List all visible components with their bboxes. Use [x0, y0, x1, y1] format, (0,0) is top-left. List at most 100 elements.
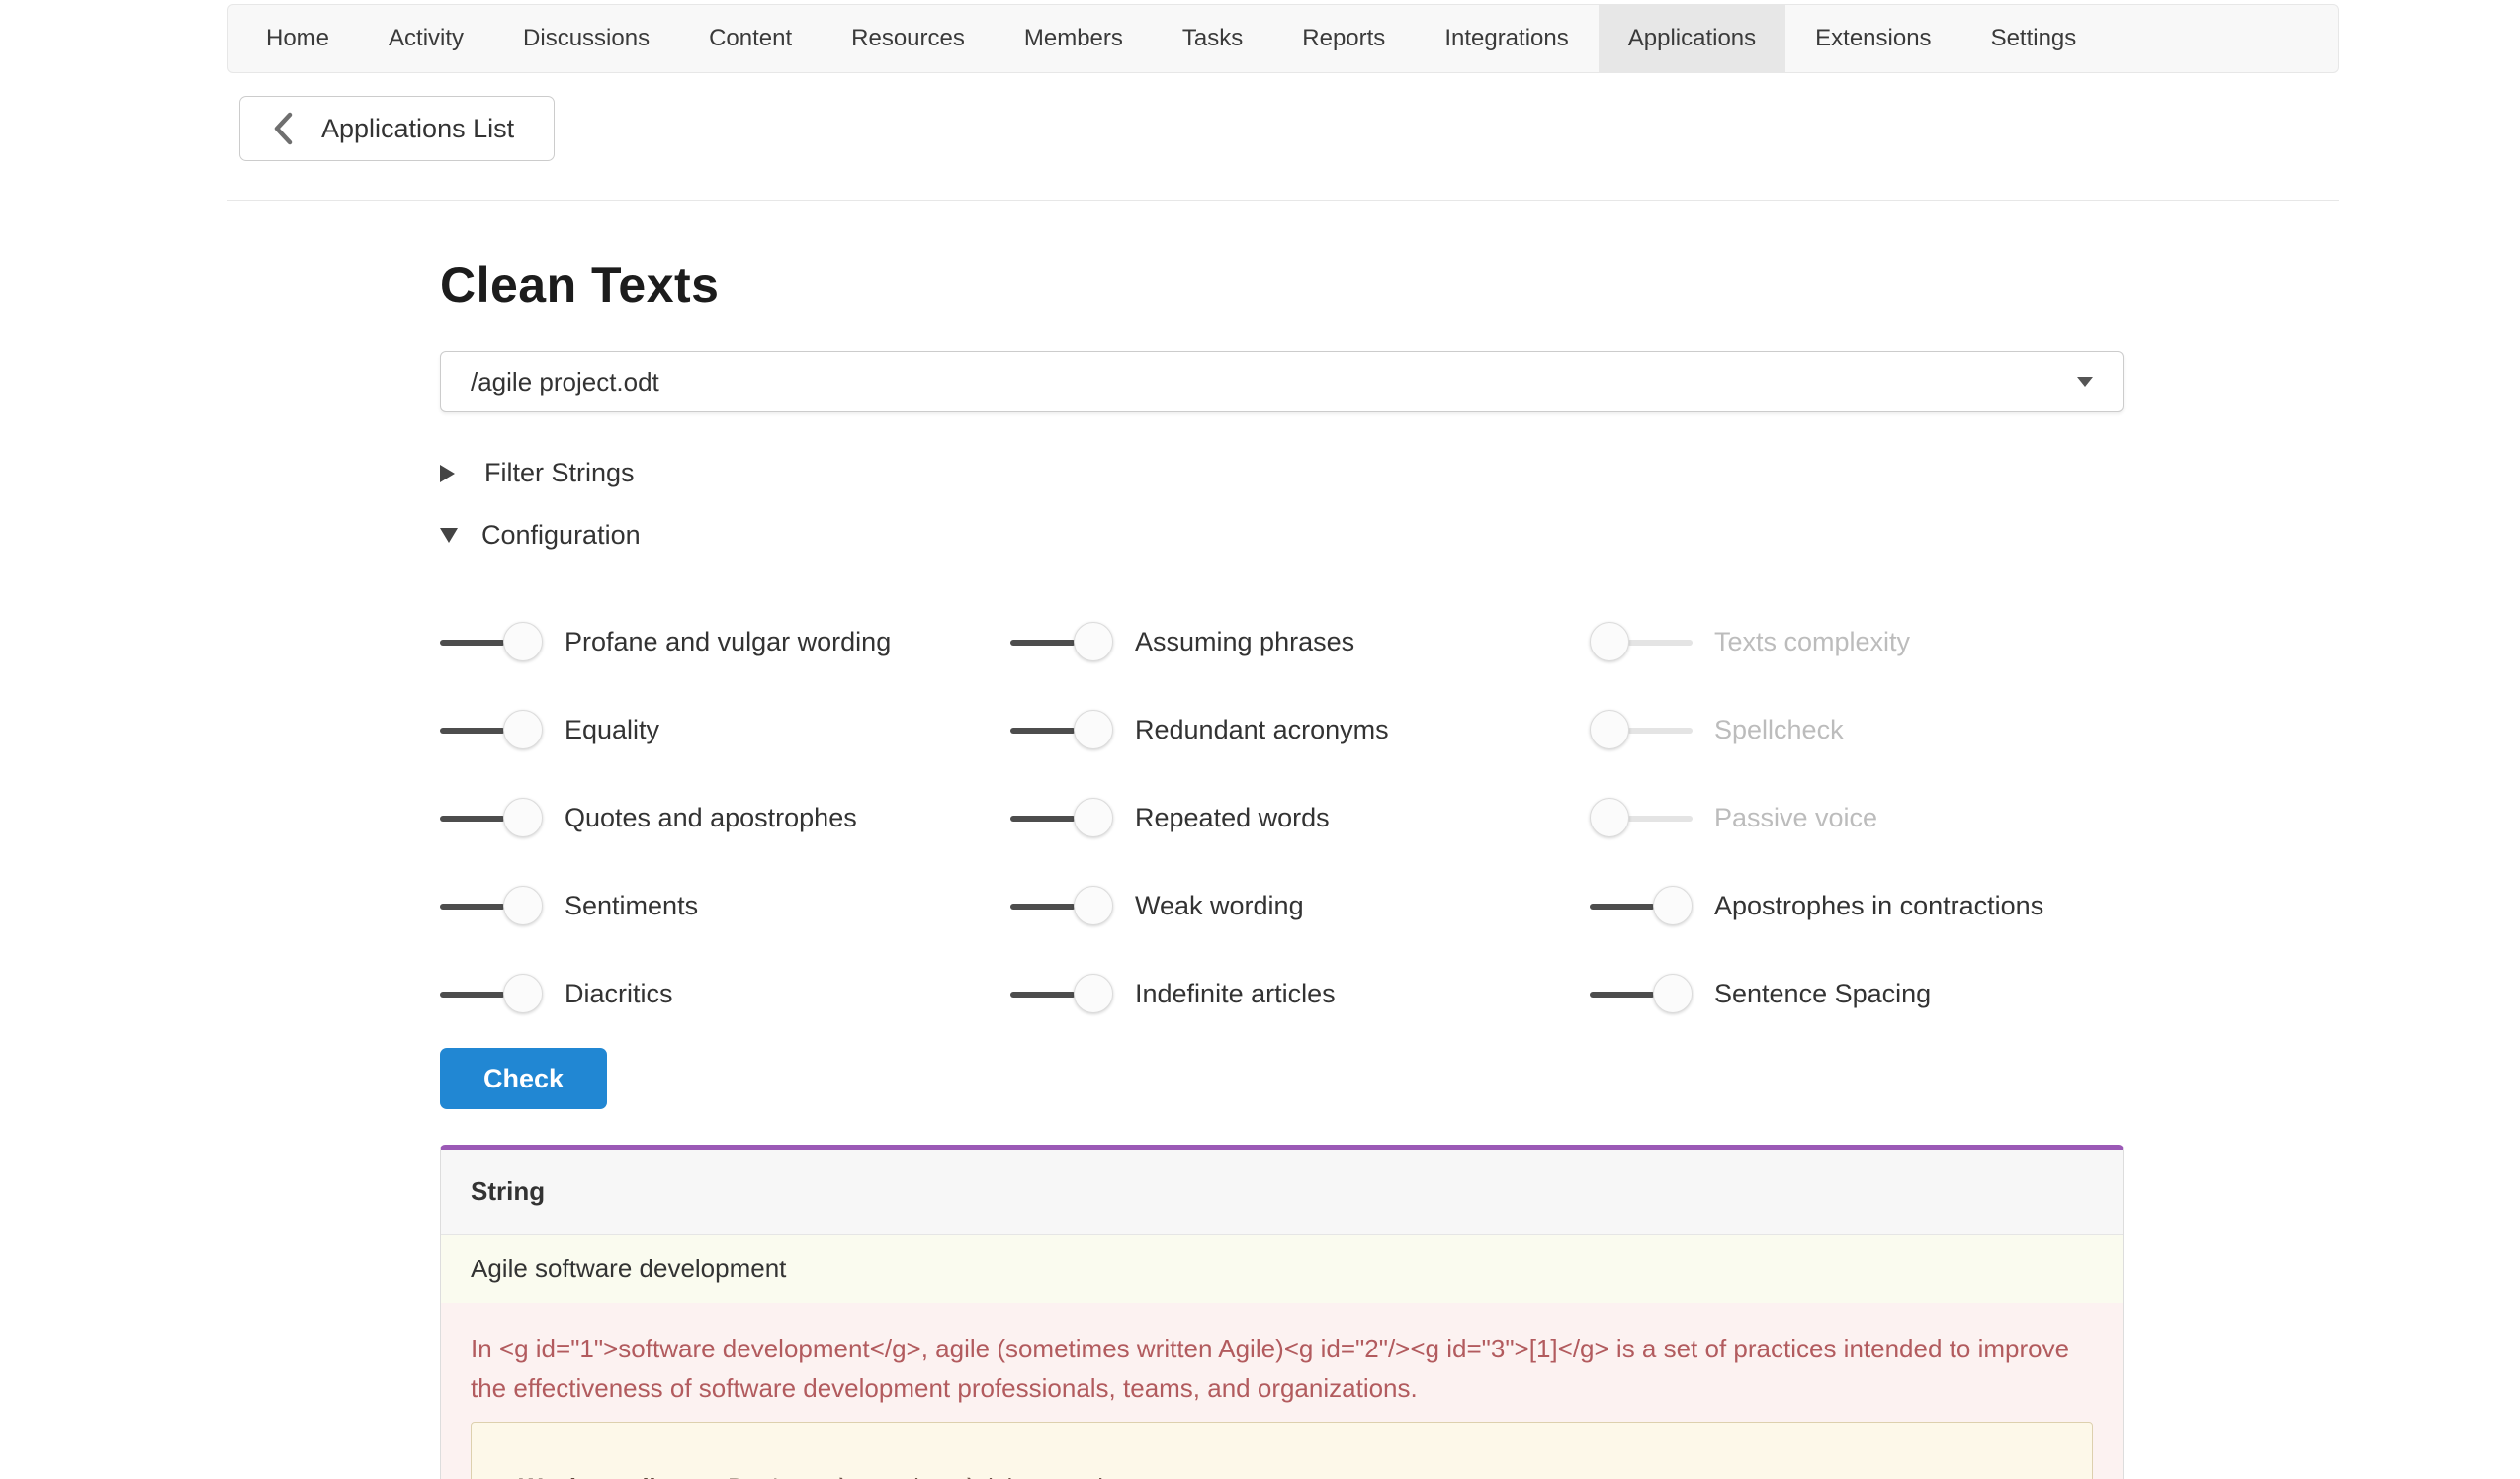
toggle-knob[interactable] [1590, 710, 1629, 749]
toggle-switch-redundant-acronyms[interactable] [1010, 710, 1113, 751]
toggle-row-equality: Equality [440, 686, 1010, 774]
toggle-track [1010, 816, 1076, 822]
toggle-label: Assuming phrases [1135, 627, 1354, 657]
toggle-label: Profane and vulgar wording [565, 627, 891, 657]
finding-category: Weak wording [519, 1474, 686, 1479]
toggle-label: Equality [565, 715, 659, 745]
toggle-track [1010, 904, 1076, 910]
toggle-switch-indefinite-articles[interactable] [1010, 974, 1113, 1015]
toggle-knob[interactable] [1653, 886, 1693, 925]
nav-item-reports[interactable]: Reports [1272, 5, 1415, 72]
toggle-label: Spellcheck [1714, 715, 1844, 745]
toggle-switch-texts-complexity[interactable] [1590, 622, 1693, 663]
section-toggle-filter-strings[interactable]: Filter Strings [440, 458, 2124, 488]
toggle-knob[interactable] [503, 798, 543, 837]
nav-item-label: Settings [1991, 25, 2077, 52]
toggle-row-profane-and-vulgar-wording: Profane and vulgar wording [440, 598, 1010, 686]
toggle-label: Weak wording [1135, 891, 1304, 921]
nav-item-resources[interactable]: Resources [822, 5, 995, 72]
top-navbar: Home Activity Discussions ContentResourcesM… [227, 4, 2339, 73]
string-title: Agile software development [471, 1254, 786, 1283]
nav-item-label: Activity [389, 25, 464, 52]
file-select[interactable]: /agile project.odt [440, 351, 2124, 412]
toggle-label: Quotes and apostrophes [565, 803, 857, 833]
nav-item-integrations[interactable]: Integrations [1415, 5, 1598, 72]
toggle-switch-passive-voice[interactable] [1590, 798, 1693, 839]
check-button[interactable]: Check [440, 1048, 607, 1109]
toggle-switch-equality[interactable] [440, 710, 543, 751]
toggle-switch-diacritics[interactable] [440, 974, 543, 1015]
toggle-knob[interactable] [1074, 710, 1113, 749]
toggle-column-2: Assuming phrases Redundant acronyms Repeat… [1010, 598, 1590, 1038]
toggle-row-diacritics: Diacritics [440, 950, 1010, 1038]
string-row[interactable]: Agile software development [441, 1235, 2123, 1303]
finding-message: Don't use `sometimes`, it lessens impact [728, 1474, 1171, 1479]
page-container: Home Activity Discussions ContentResourcesM… [227, 4, 2339, 1479]
toggle-switch-spellcheck[interactable] [1590, 710, 1693, 751]
nav-item-activity[interactable]: Activity [359, 5, 493, 72]
nav-item-settings[interactable]: Settings [1961, 5, 2107, 72]
nav-item-home[interactable]: Home [236, 5, 359, 72]
nav-item-label: Applications [1628, 25, 1756, 52]
nav-item-content[interactable]: Content [679, 5, 822, 72]
back-button-label: Applications List [321, 114, 514, 144]
triangle-right-icon [440, 465, 455, 482]
toggle-switch-sentiments[interactable] [440, 886, 543, 927]
nav-list: Home Activity Discussions ContentResourcesM… [228, 5, 2338, 72]
toggle-row-texts-complexity: Texts complexity [1590, 598, 2124, 686]
toggle-row-sentiments: Sentiments [440, 862, 1010, 950]
toggle-knob[interactable] [1074, 974, 1113, 1013]
toggle-knob[interactable] [1074, 798, 1113, 837]
toggle-switch-assuming-phrases[interactable] [1010, 622, 1113, 663]
nav-item-tasks[interactable]: Tasks [1153, 5, 1272, 72]
toggle-row-passive-voice: Passive voice [1590, 774, 2124, 862]
toggle-label: Sentence Spacing [1714, 979, 1931, 1009]
toggle-track [1010, 728, 1076, 734]
toggle-knob[interactable] [503, 886, 543, 925]
results-header-label: String [471, 1176, 545, 1206]
toggle-row-indefinite-articles: Indefinite articles [1010, 950, 1590, 1038]
nav-item-label: Home [266, 25, 329, 52]
toggle-knob[interactable] [1590, 622, 1629, 661]
toggle-row-weak-wording: Weak wording [1010, 862, 1590, 950]
triangle-down-icon [440, 528, 458, 543]
toggle-label: Apostrophes in contractions [1714, 891, 2043, 921]
section-label: Configuration [481, 520, 641, 551]
nav-item-discussions[interactable]: Discussions [493, 5, 679, 72]
toggle-knob[interactable] [1074, 622, 1113, 661]
toggle-switch-weak-wording[interactable] [1010, 886, 1113, 927]
toggle-knob[interactable] [503, 710, 543, 749]
nav-item-applications[interactable]: Applications [1599, 5, 1785, 72]
toggle-knob[interactable] [503, 974, 543, 1013]
toggle-knob[interactable] [1653, 974, 1693, 1013]
toggle-track [1627, 640, 1693, 646]
toggle-knob[interactable] [1074, 886, 1113, 925]
toggle-knob[interactable] [1590, 798, 1629, 837]
toggle-column-1: Profane and vulgar wording Equality Quotes… [440, 598, 1010, 1038]
toggle-row-repeated-words: Repeated words [1010, 774, 1590, 862]
toggle-switch-profane-and-vulgar-wording[interactable] [440, 622, 543, 663]
toggle-switch-quotes-and-apostrophes[interactable] [440, 798, 543, 839]
toggle-track [1590, 992, 1655, 998]
nav-item-members[interactable]: Members [995, 5, 1153, 72]
toggle-label: Redundant acronyms [1135, 715, 1389, 745]
nav-item-label: Extensions [1815, 25, 1931, 52]
results-header: String [441, 1150, 2123, 1235]
toggle-knob[interactable] [503, 622, 543, 661]
page-root: Home Activity Discussions ContentResourcesM… [0, 0, 2520, 1479]
caret-down-icon [2077, 377, 2093, 387]
toggle-track [440, 816, 505, 822]
toggle-row-sentence-spacing: Sentence Spacing [1590, 950, 2124, 1038]
toggle-track [440, 640, 505, 646]
configuration-toggle-grid: Profane and vulgar wording Equality Quotes… [440, 598, 2124, 1038]
applications-list-back-button[interactable]: Applications List [239, 96, 555, 161]
nav-item-label: Discussions [523, 25, 650, 52]
section-toggle-configuration[interactable]: Configuration [440, 520, 2124, 551]
nav-item-extensions[interactable]: Extensions [1785, 5, 1960, 72]
toggle-switch-sentence-spacing[interactable] [1590, 974, 1693, 1015]
toggle-track [440, 728, 505, 734]
toggle-track [1627, 728, 1693, 734]
toggle-switch-apostrophes-in-contractions[interactable] [1590, 886, 1693, 927]
toggle-switch-repeated-words[interactable] [1010, 798, 1113, 839]
toggle-row-spellcheck: Spellcheck [1590, 686, 2124, 774]
